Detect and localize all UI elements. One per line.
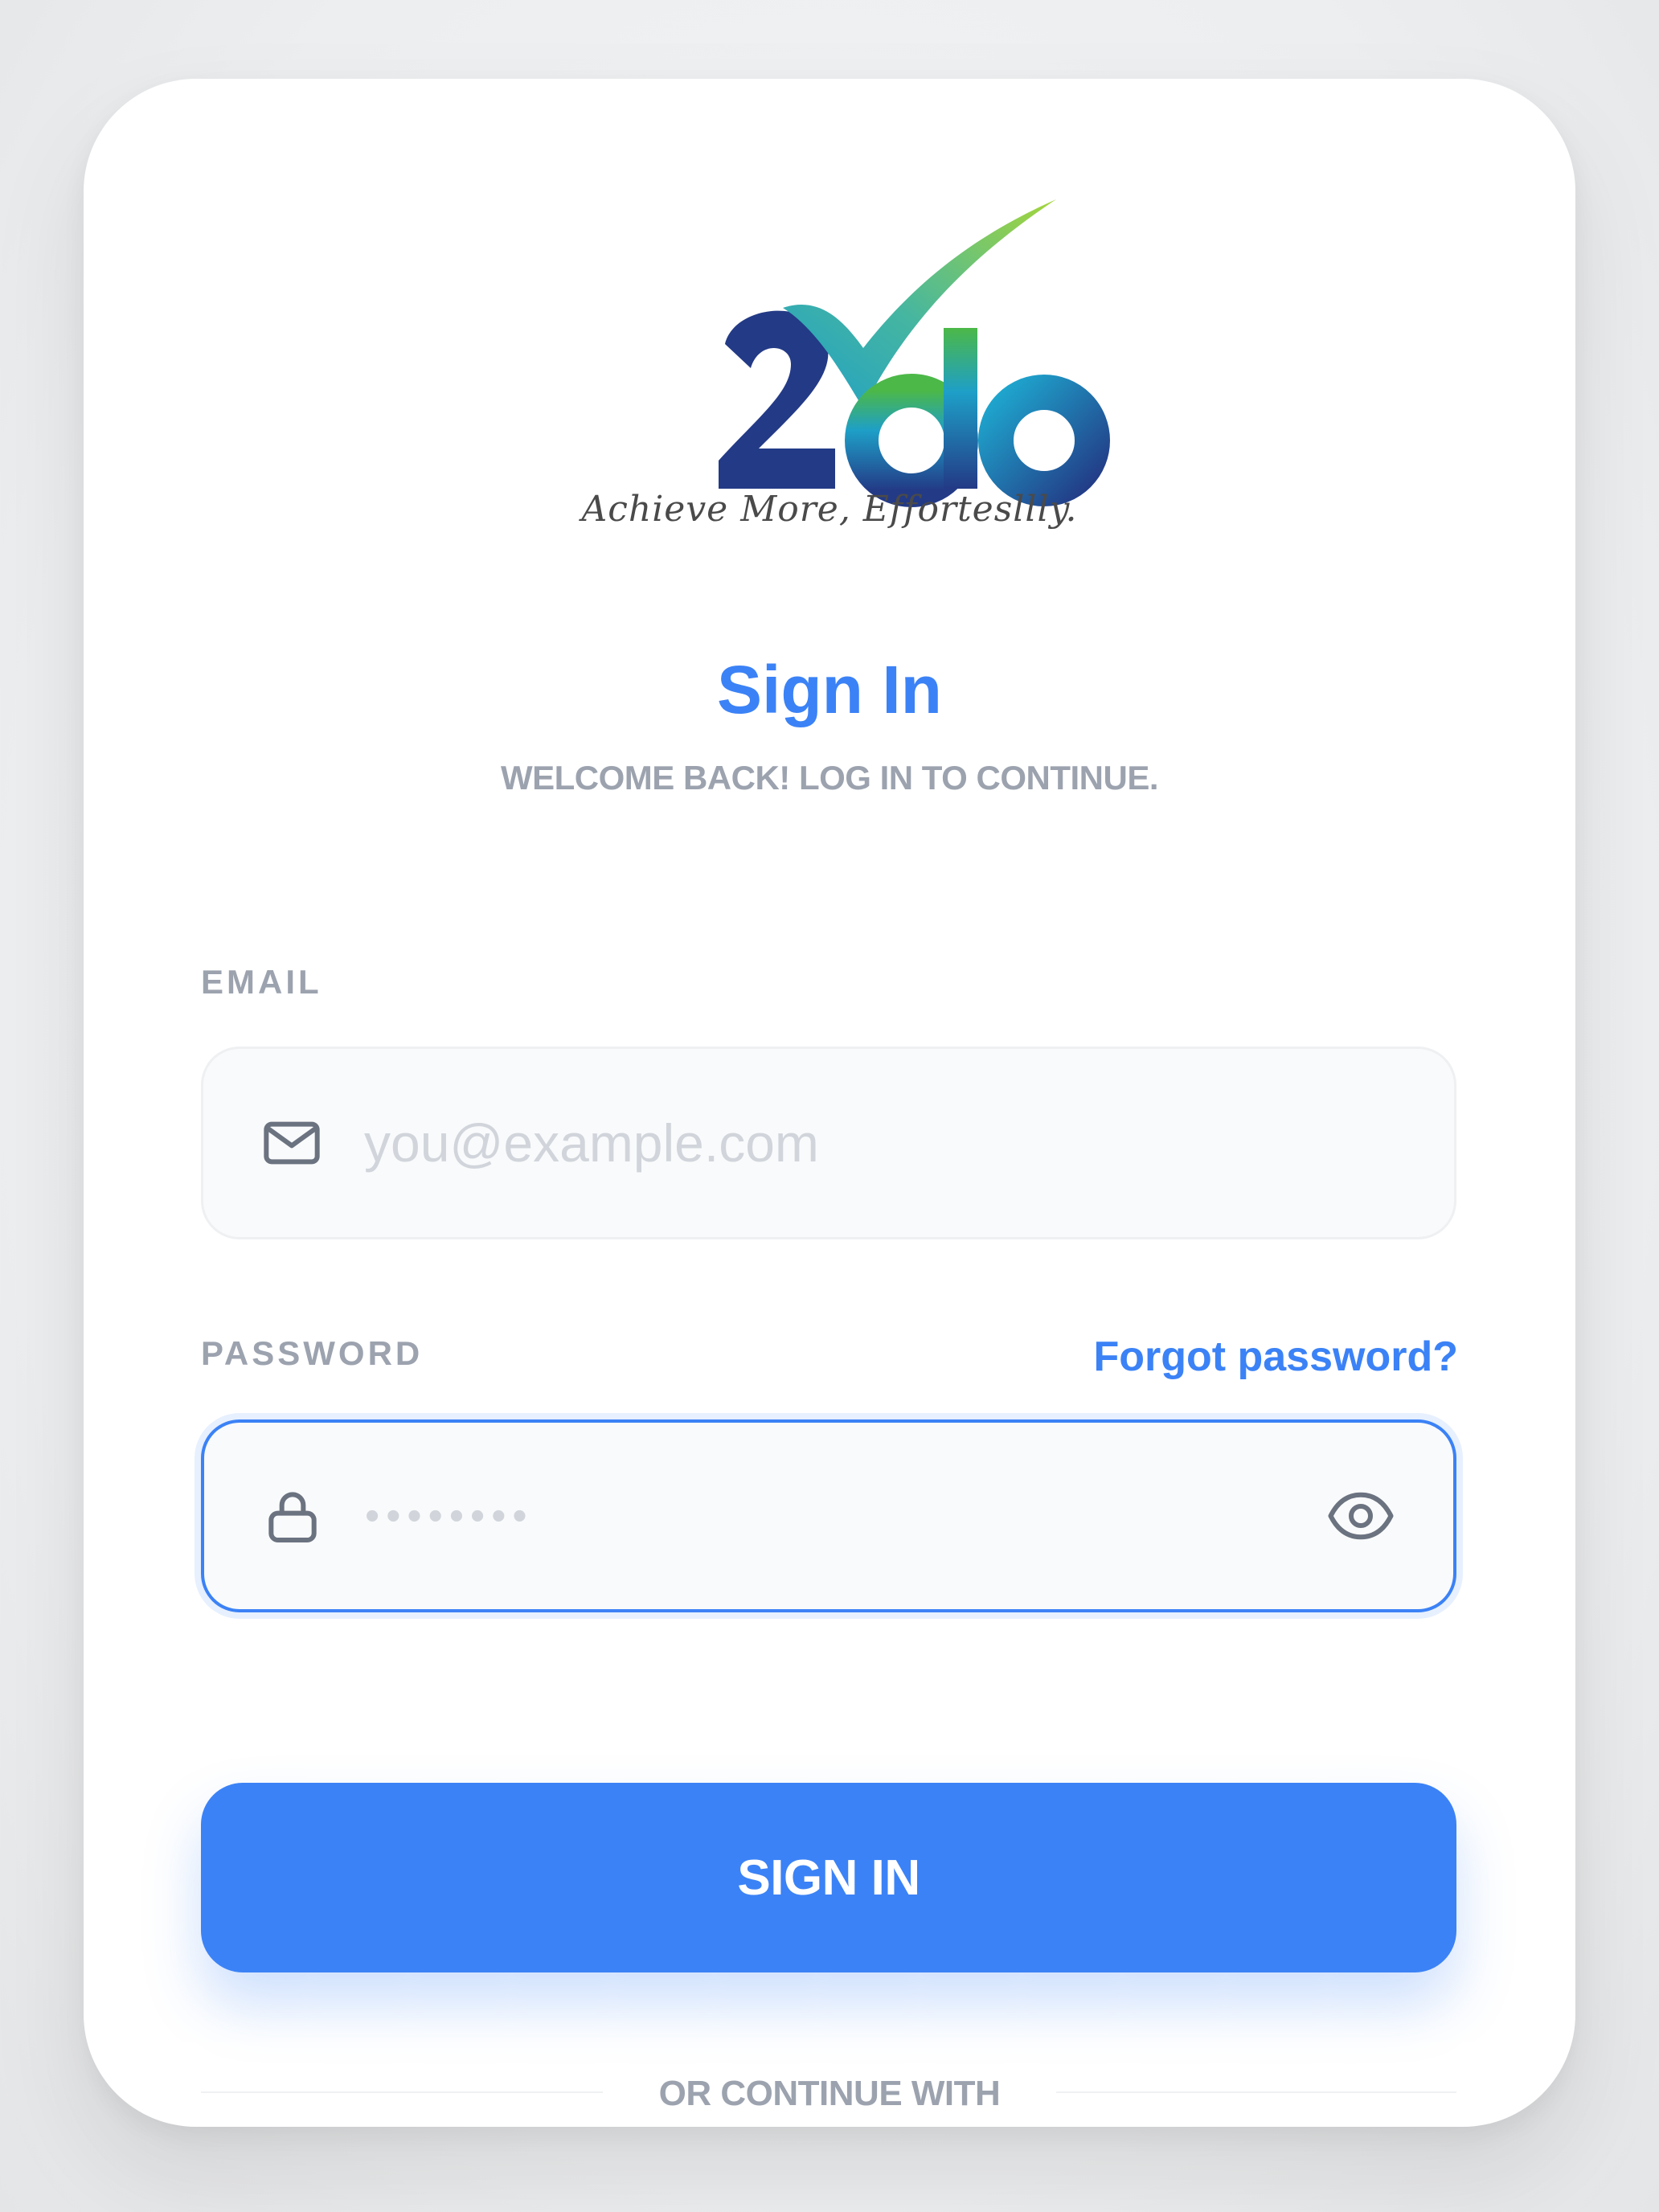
password-field-container — [201, 1419, 1456, 1612]
sign-in-card: Achieve More, Effortesllly. Sign In WELC… — [84, 79, 1575, 2127]
eye-icon[interactable] — [1325, 1480, 1397, 1552]
password-label: PASSWORD — [201, 1334, 424, 1372]
brand-logo — [678, 183, 1145, 633]
password-input[interactable] — [365, 1423, 1329, 1609]
divider: OR CONTINUE WITH — [84, 2074, 1575, 2114]
lock-icon — [260, 1484, 325, 1548]
email-field-container — [201, 1047, 1456, 1239]
mail-icon — [260, 1111, 324, 1175]
forgot-password-link[interactable]: Forgot password? — [1093, 1333, 1458, 1381]
brand-tagline: Achieve More, Effortesllly. — [581, 489, 1078, 530]
email-label: EMAIL — [201, 963, 322, 1001]
page-title: Sign In — [717, 652, 942, 727]
sign-in-button[interactable]: SIGN IN — [201, 1783, 1456, 1972]
email-input[interactable] — [364, 1049, 1329, 1237]
page-subtitle: WELCOME BACK! LOG IN TO CONTINUE. — [500, 759, 1159, 797]
divider-label: OR CONTINUE WITH — [602, 2074, 1057, 2113]
